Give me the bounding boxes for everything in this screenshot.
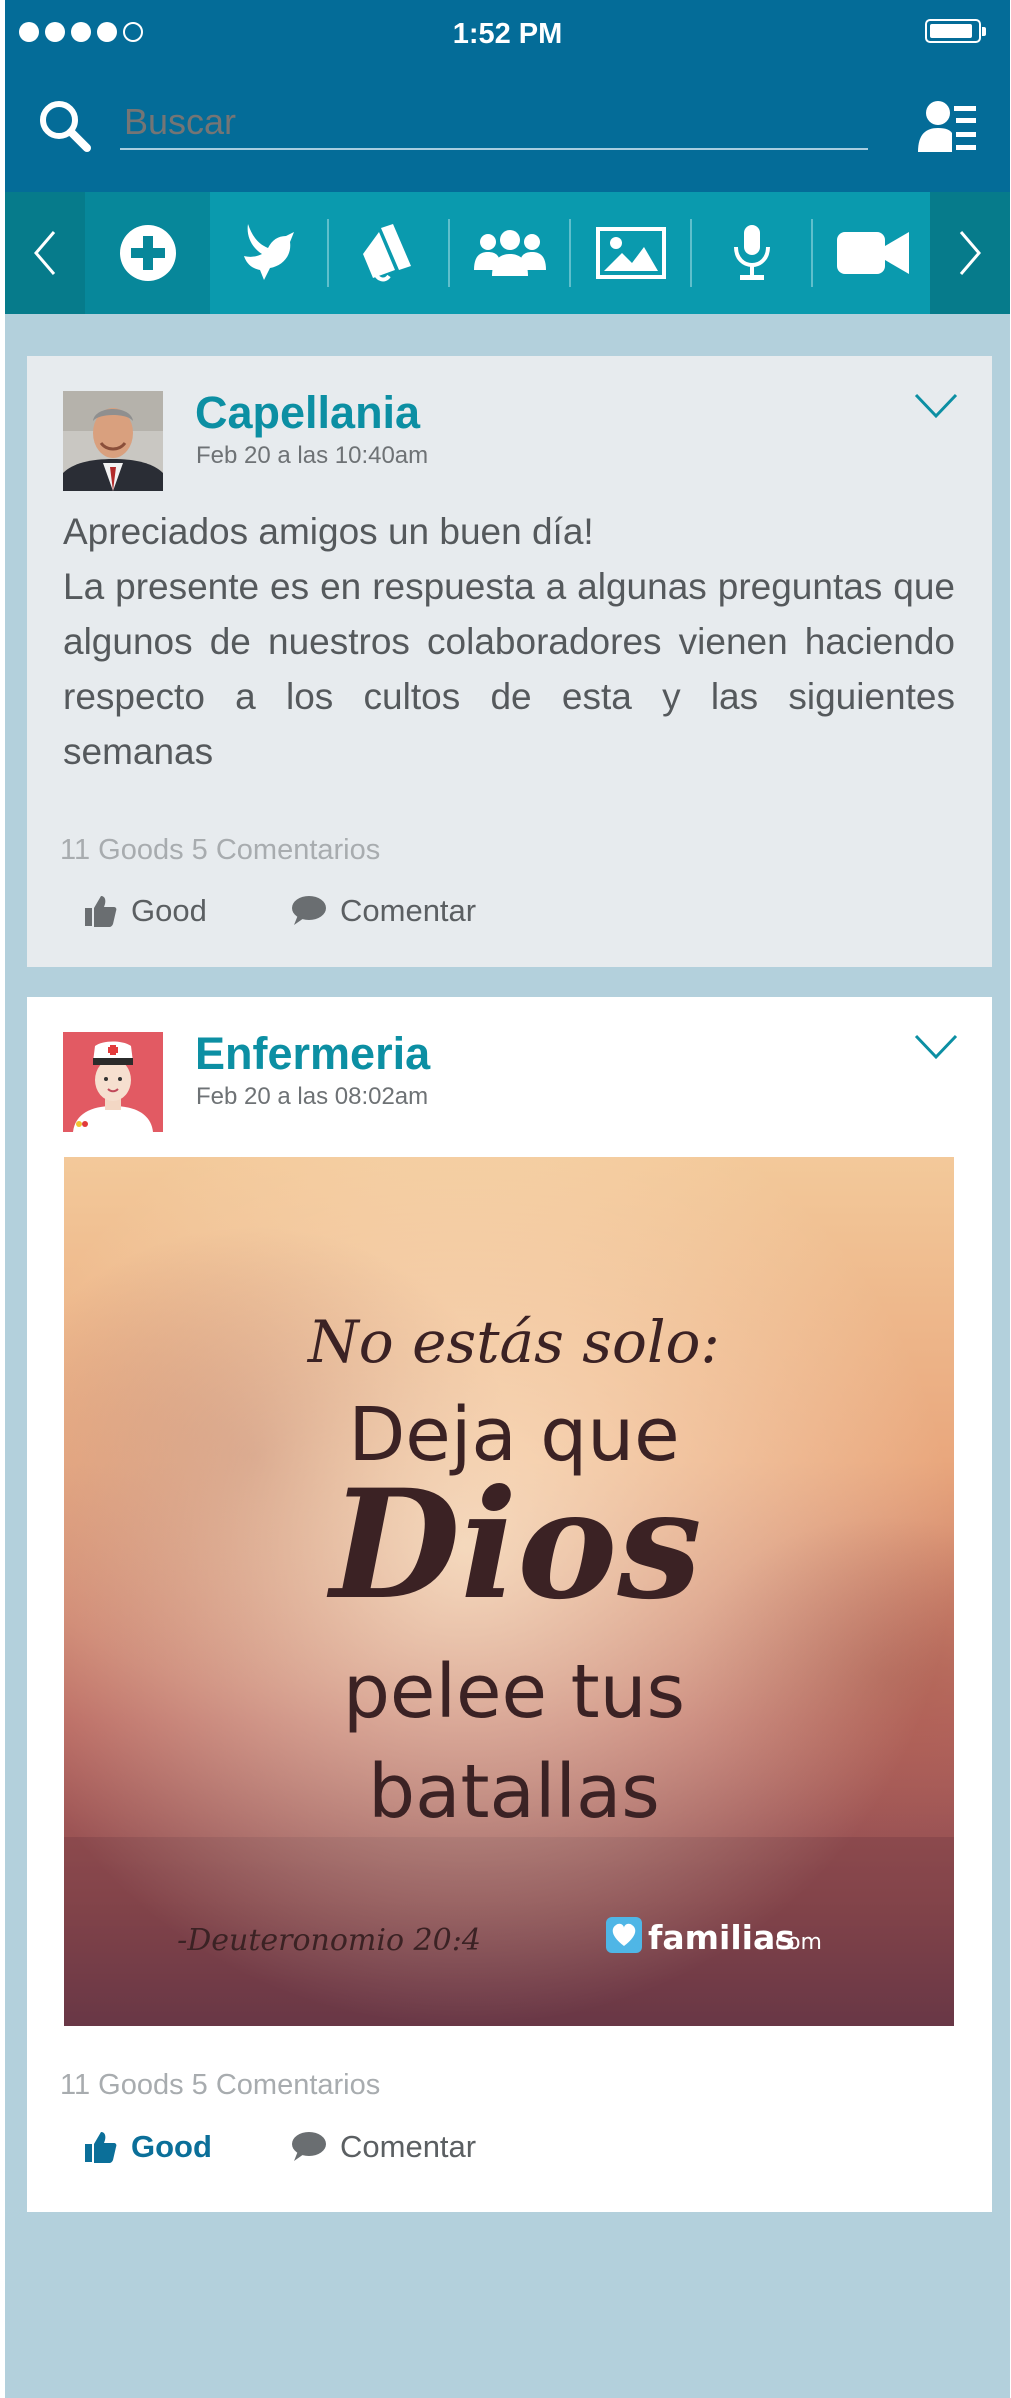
chevron-down-icon[interactable] xyxy=(913,392,959,425)
thumbs-up-icon xyxy=(85,896,117,927)
comment-button[interactable]: Comentar xyxy=(290,893,476,929)
add-icon[interactable] xyxy=(85,192,210,314)
post-date: Feb 20 a las 10:40am xyxy=(196,442,429,469)
avatar[interactable] xyxy=(63,1032,163,1132)
post-date: Feb 20 a las 08:02am xyxy=(196,1083,429,1110)
post-card: Enfermeria Feb 20 a las 08:02am No estás… xyxy=(27,997,992,2212)
search-header xyxy=(5,70,1010,192)
post-card: Capellania Feb 20 a las 10:40am Apreciad… xyxy=(27,356,992,967)
familias-logo: familias .com xyxy=(606,1917,822,1957)
image-citation: -Deuteronomio 20:4 xyxy=(177,1923,481,1958)
comment-label: Comentar xyxy=(340,2129,477,2164)
image-icon[interactable] xyxy=(571,192,691,314)
action-toolbar xyxy=(5,192,1010,314)
image-quote-line5: batallas xyxy=(368,1749,660,1835)
good-label: Good xyxy=(131,893,207,928)
post-author[interactable]: Capellania xyxy=(195,387,420,439)
video-camera-icon[interactable] xyxy=(813,192,933,314)
comment-button[interactable]: Comentar xyxy=(290,2129,476,2165)
search-input[interactable] xyxy=(120,96,868,150)
post-text: Apreciados amigos un buen día! La presen… xyxy=(63,504,955,779)
post-text-greeting: Apreciados amigos un buen día! xyxy=(63,511,594,552)
image-quote-line1: No estás solo: xyxy=(306,1308,720,1376)
chevron-right-icon[interactable] xyxy=(930,192,1010,314)
comment-bubble-icon xyxy=(292,2132,326,2161)
comment-bubble-icon xyxy=(292,896,326,925)
image-brand-suffix: .com xyxy=(768,1930,822,1955)
microphone-icon[interactable] xyxy=(692,192,812,314)
good-label: Good xyxy=(131,2129,212,2164)
post-stats[interactable]: 11 Goods 5 Comentarios xyxy=(60,2069,380,2102)
search-icon[interactable] xyxy=(37,98,93,159)
thumbs-up-icon xyxy=(85,2132,117,2163)
chevron-left-icon[interactable] xyxy=(5,192,85,314)
battery-icon xyxy=(925,19,986,43)
megaphone-icon[interactable] xyxy=(329,192,449,314)
post-image[interactable]: No estás solo: Deja que Dios pelee tus b… xyxy=(64,1157,954,2026)
post-stats[interactable]: 11 Goods 5 Comentarios xyxy=(60,834,380,867)
good-button[interactable]: Good xyxy=(85,2129,212,2165)
status-time: 1:52 PM xyxy=(452,18,563,50)
status-bar: 1:52 PM xyxy=(5,0,1010,70)
post-author[interactable]: Enfermeria xyxy=(195,1028,430,1080)
post-text-body: La presente es en respuesta a algunas pr… xyxy=(63,566,955,772)
image-quote-line4: pelee tus xyxy=(343,1649,685,1735)
comment-label: Comentar xyxy=(340,893,477,928)
avatar[interactable] xyxy=(63,391,163,491)
chevron-down-icon[interactable] xyxy=(913,1033,959,1066)
good-button[interactable]: Good xyxy=(85,893,207,929)
dove-icon[interactable] xyxy=(210,192,330,314)
user-menu-icon[interactable] xyxy=(918,100,978,159)
image-quote-line3: Dios xyxy=(326,1457,702,1633)
group-icon[interactable] xyxy=(450,192,570,314)
app-screen: 1:52 PM Buscar Capellania Feb 20 a las 1… xyxy=(5,0,1010,2398)
